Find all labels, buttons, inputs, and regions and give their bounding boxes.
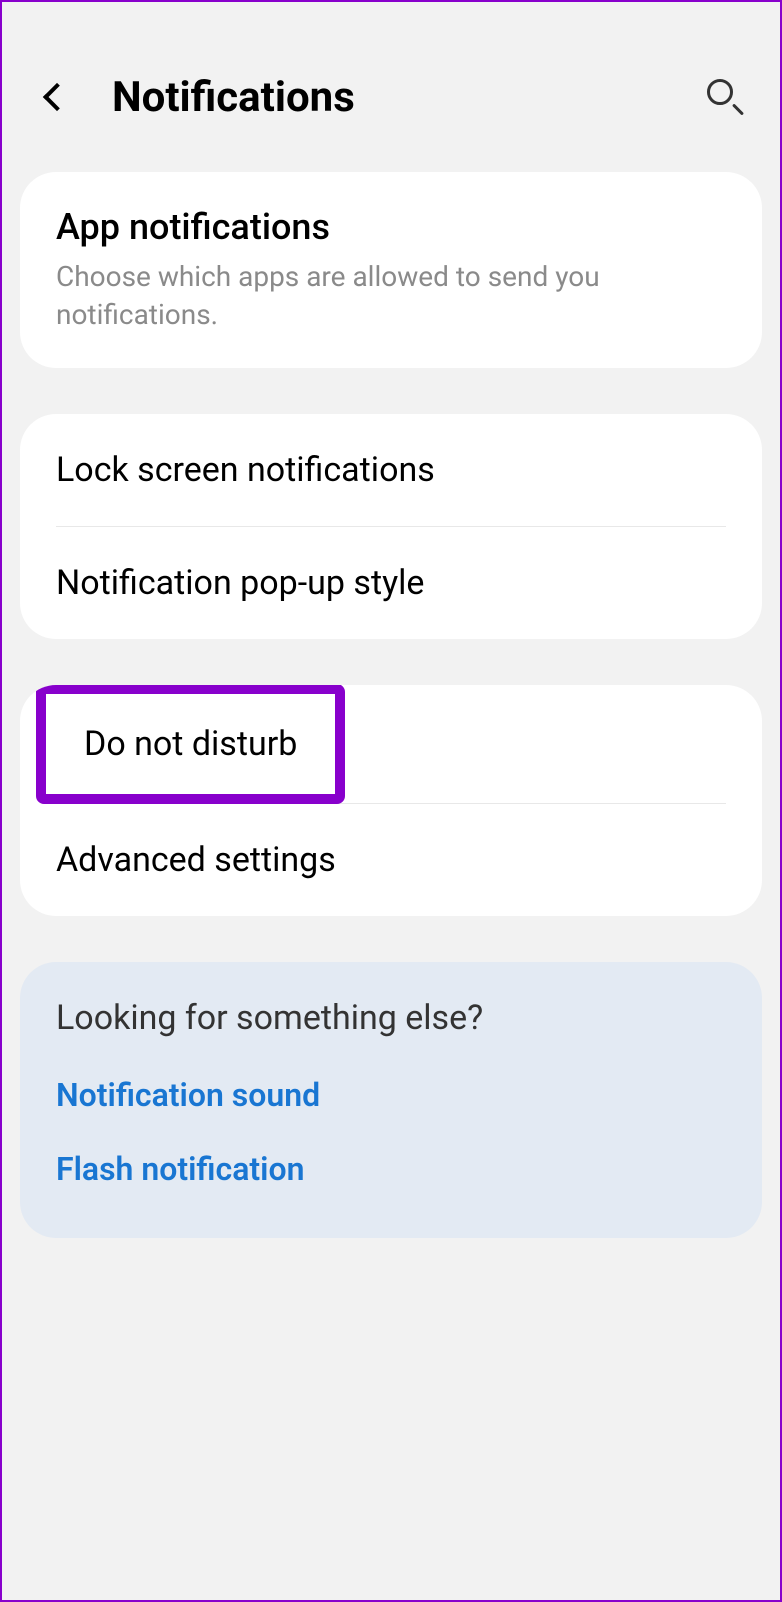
card-dnd-advanced: Do not disturb Advanced settings [20,685,762,916]
search-button[interactable] [700,72,750,122]
search-icon [707,79,743,115]
row-title: App notifications [56,206,726,248]
chevron-left-icon [43,83,71,111]
back-button[interactable] [32,72,82,122]
link-flash-notification[interactable]: Flash notification [56,1150,726,1188]
page-title: Notifications [112,73,700,122]
row-title: Lock screen notifications [56,448,726,492]
row-notification-popup-style[interactable]: Notification pop-up style [20,527,762,639]
header: Notifications [2,2,780,172]
row-do-not-disturb[interactable]: Do not disturb [36,685,345,804]
row-title: Advanced settings [56,838,726,882]
row-advanced-settings[interactable]: Advanced settings [20,804,762,916]
row-title: Do not disturb [84,722,297,766]
card-app-notifications: App notifications Choose which apps are … [20,172,762,368]
suggestions-title: Looking for something else? [56,998,726,1038]
row-app-notifications[interactable]: App notifications Choose which apps are … [20,172,762,368]
row-subtitle: Choose which apps are allowed to send yo… [56,258,726,334]
row-lock-screen-notifications[interactable]: Lock screen notifications [20,414,762,526]
row-title: Notification pop-up style [56,561,726,605]
card-suggestions: Looking for something else? Notification… [20,962,762,1238]
link-notification-sound[interactable]: Notification sound [56,1076,726,1114]
card-lock-popup: Lock screen notifications Notification p… [20,414,762,639]
